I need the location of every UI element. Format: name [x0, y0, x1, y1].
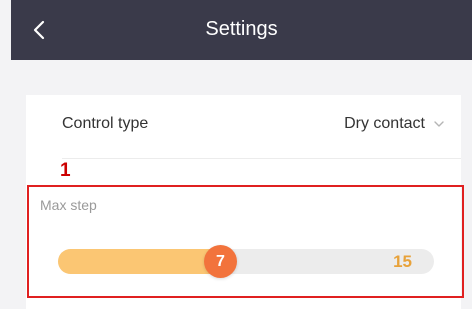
control-type-row[interactable]: Control type Dry contact — [26, 95, 461, 158]
slider-max-value: 15 — [393, 252, 412, 271]
app-header: Settings — [11, 0, 472, 60]
control-type-dropdown[interactable]: Dry contact — [344, 115, 445, 133]
row-divider — [62, 158, 461, 159]
page-title: Settings — [205, 18, 278, 40]
max-step-label: Max step — [40, 197, 97, 213]
max-step-slider[interactable]: 7 15 — [58, 245, 434, 278]
chevron-down-icon — [434, 121, 444, 127]
slider-thumb[interactable]: 7 — [204, 245, 237, 278]
control-type-value: Dry contact — [344, 115, 425, 132]
annotation-number: 1 — [60, 160, 71, 181]
slider-fill — [58, 249, 223, 274]
control-type-label: Control type — [62, 115, 149, 132]
